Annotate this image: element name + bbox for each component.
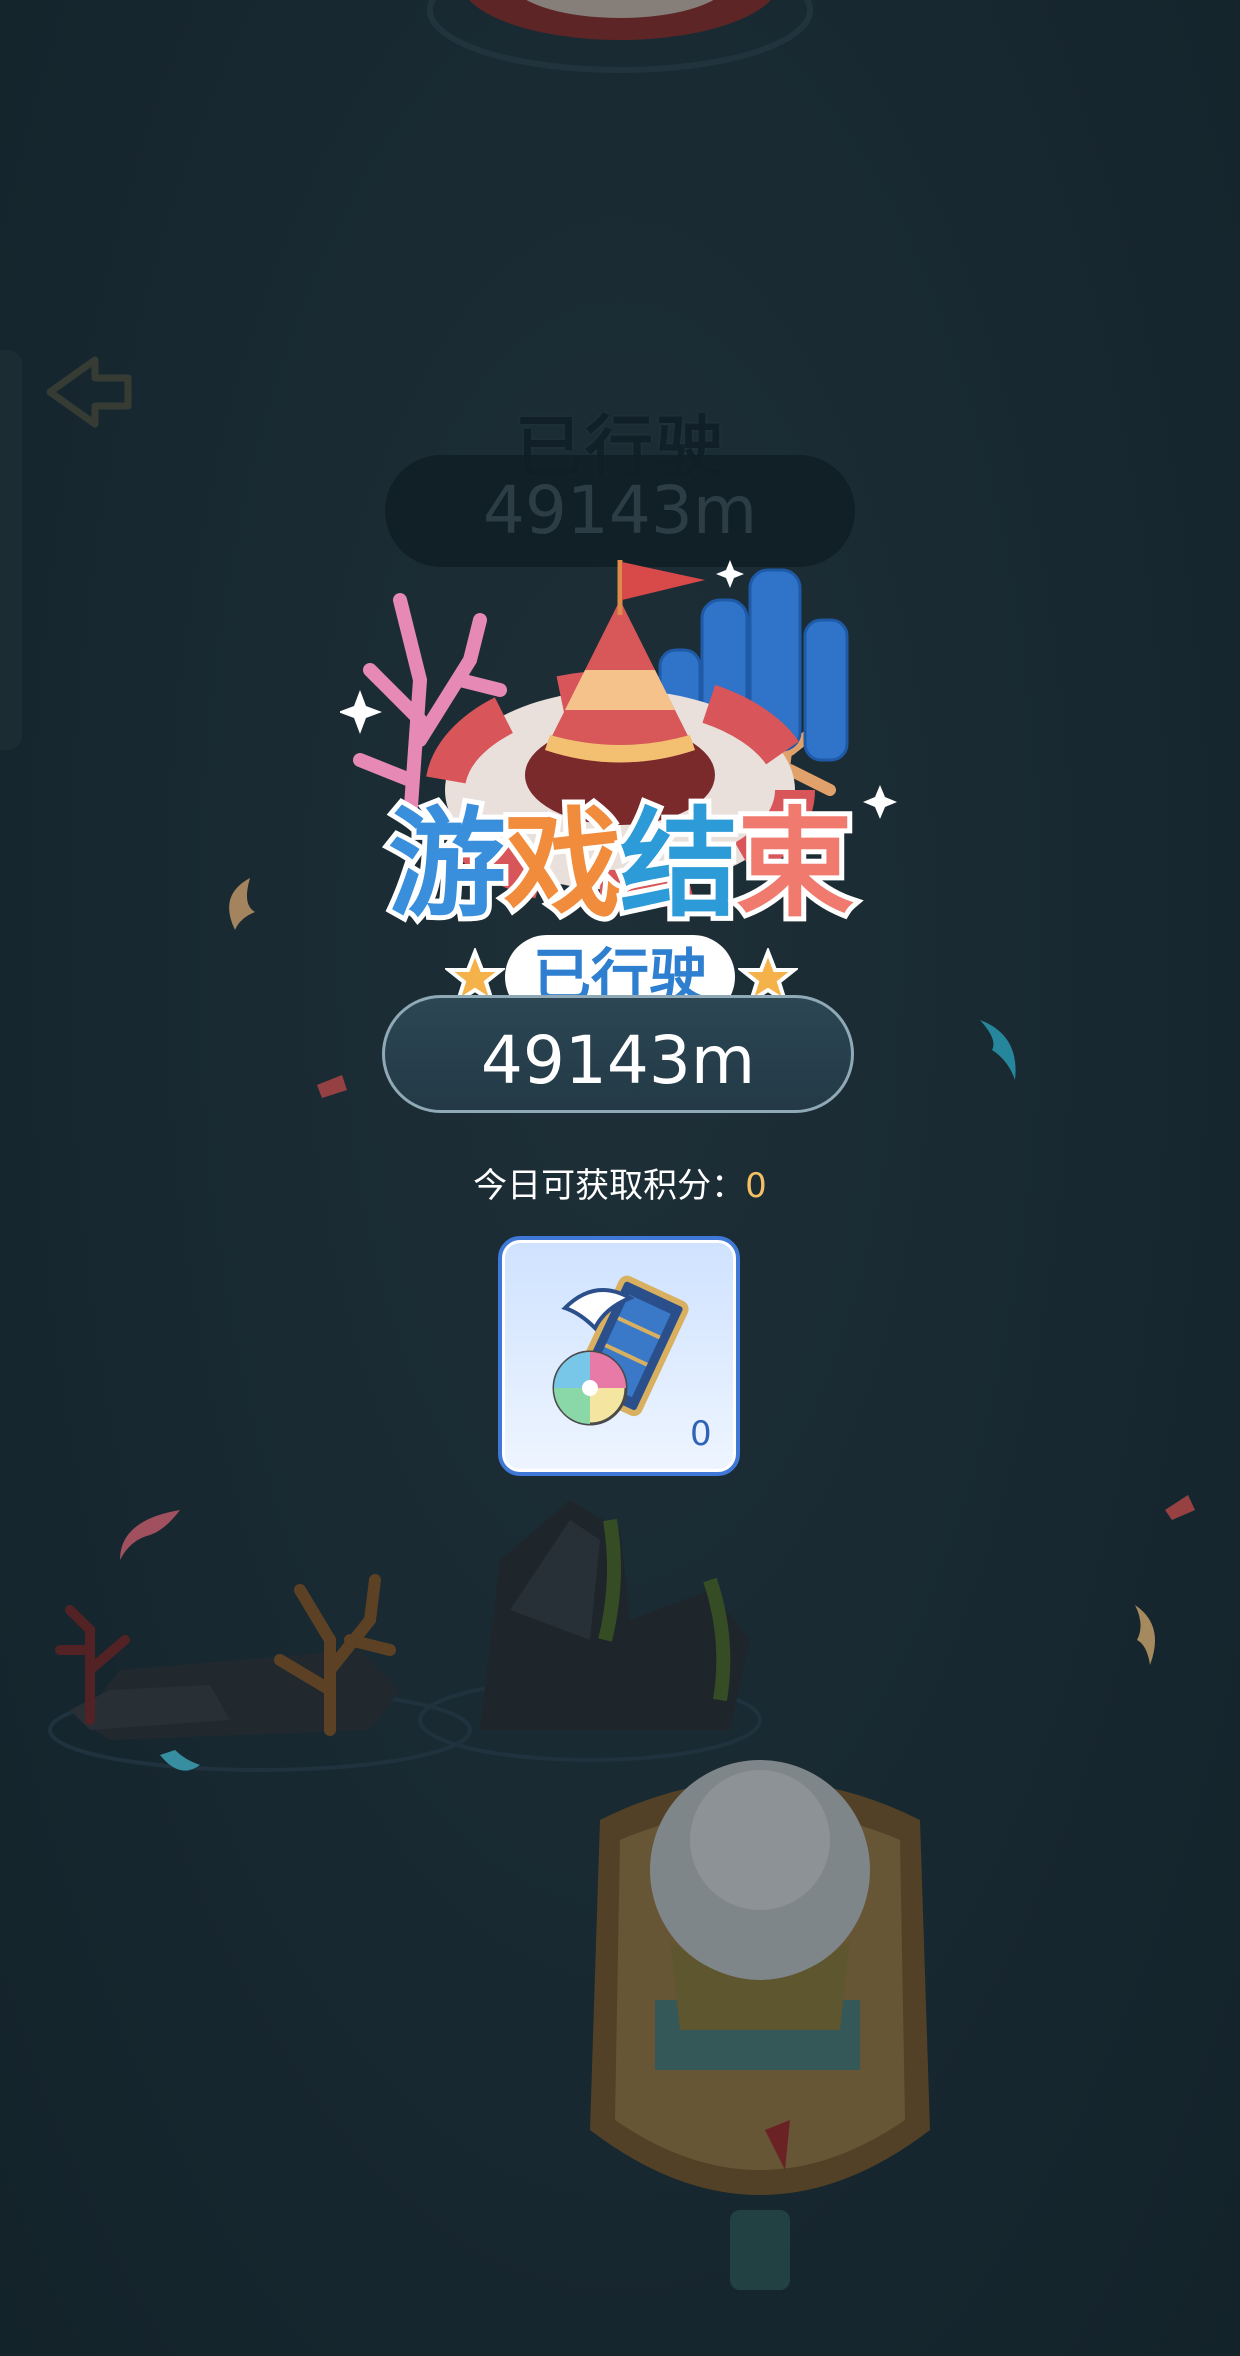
game-scene: 已行驶 49143m 游戏结束 已行驶 49143m 今日可获取积分：0 0: [0, 0, 1240, 2356]
title-char: 结: [615, 795, 743, 933]
distance-value: 49143m: [480, 1022, 756, 1099]
daily-points-label: 今日可获取积分：: [473, 1166, 746, 1206]
title-char: 束: [731, 795, 859, 933]
daily-points-value: 0: [745, 1166, 767, 1206]
beach-ball-card-icon: [552, 1275, 689, 1426]
game-over-title: 游戏结束: [340, 800, 900, 928]
title-char: 游: [383, 795, 511, 933]
title-char: 戏: [499, 795, 627, 933]
reward-count: 0: [690, 1414, 712, 1454]
daily-points-row: 今日可获取积分：0: [300, 1158, 940, 1207]
